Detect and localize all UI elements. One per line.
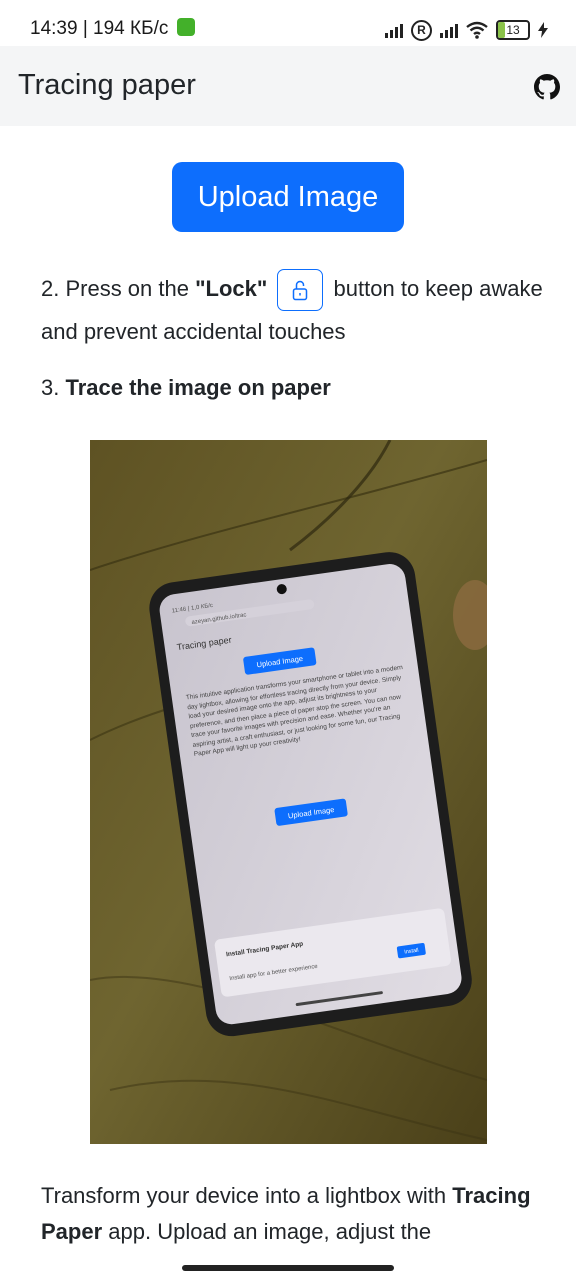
- wifi-icon: [466, 21, 488, 39]
- app-title[interactable]: Tracing paper: [18, 69, 196, 102]
- android-icon: [176, 18, 195, 36]
- signal-icon-2: [440, 22, 458, 38]
- gesture-bar[interactable]: [182, 1265, 394, 1271]
- battery-icon: 13: [496, 20, 530, 40]
- status-speed: 194 КБ/с: [93, 18, 169, 39]
- status-left: 14:39 | 194 КБ/с: [30, 18, 195, 40]
- signal-icon: [385, 22, 403, 38]
- example-photo: 11:46 | 1,0 КБ/с azeyan.github.io/trac T…: [90, 440, 487, 1144]
- navbar: Tracing paper: [0, 46, 576, 126]
- status-right: R 13: [385, 18, 548, 42]
- charging-icon: [538, 22, 548, 38]
- github-icon[interactable]: [534, 74, 560, 100]
- step-3-text: 3. Trace the image on paper: [41, 375, 331, 400]
- lock-button[interactable]: [277, 269, 324, 312]
- description-text: Transform your device into a lightbox wi…: [41, 1183, 531, 1244]
- status-bar: 14:39 | 194 КБ/с R 13: [0, 0, 576, 46]
- step-3-bold: Trace the image on paper: [65, 375, 331, 400]
- upload-image-button[interactable]: Upload Image: [172, 162, 404, 232]
- lock-icon: [293, 280, 308, 301]
- lock-word: "Lock": [195, 276, 268, 301]
- roaming-icon: R: [411, 19, 432, 41]
- photo-drawing: 11:46 | 1,0 КБ/с azeyan.github.io/trac T…: [90, 440, 487, 1144]
- step-2-text: 2. Press on the "Lock" button to keep aw…: [41, 268, 551, 352]
- status-time: 14:39: [30, 18, 78, 39]
